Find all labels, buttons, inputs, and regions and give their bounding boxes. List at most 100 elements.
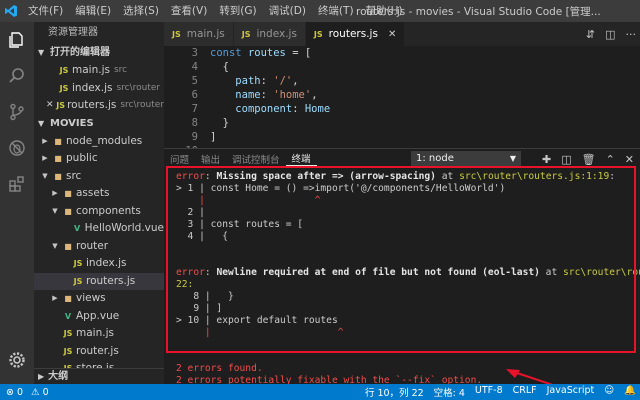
errors-status[interactable]: ⊗ 0 [6, 387, 23, 398]
js-file-icon: JS [56, 101, 65, 110]
warnings-status[interactable]: ⚠ 0 [31, 387, 49, 398]
line-number: 3 [191, 47, 198, 59]
chevron-down-icon: ▼ [38, 118, 45, 128]
tab-routers-js[interactable]: JS routers.js ✕ [305, 22, 406, 46]
tab-problems[interactable]: 问题 [164, 152, 195, 166]
tab-main-js[interactable]: JS main.js [164, 22, 234, 46]
file-tree-item[interactable]: ▶ ■ node_modules [34, 133, 164, 151]
menu-terminal[interactable]: 终端(T) [312, 0, 360, 22]
close-icon[interactable]: ✕ [46, 97, 54, 115]
line-number: 8 [191, 117, 198, 129]
file-tree-item[interactable]: V HelloWorld.vue [34, 220, 164, 238]
more-actions-icon[interactable]: ··· [626, 28, 637, 41]
file-tree-item[interactable]: V App.vue [34, 308, 164, 326]
js-file-icon: JS [241, 29, 251, 39]
extensions-icon[interactable] [0, 166, 34, 202]
maximize-panel-icon[interactable]: ⌃ [606, 153, 615, 166]
file-tree-item-label: index.js [86, 257, 127, 269]
trash-icon[interactable]: 🗑 [582, 153, 596, 166]
terminal-line: 2 | [176, 207, 205, 218]
open-editor-item-active[interactable]: ✕ JS routers.js src\router [34, 97, 164, 115]
file-tree-item[interactable]: ▼ ■ components [34, 203, 164, 221]
new-terminal-icon[interactable]: ✚ [542, 153, 551, 166]
file-tree-item[interactable]: ▼ ■ src [34, 168, 164, 186]
terminal-line: 9 | ] [176, 303, 223, 314]
folder-icon: ■ [54, 171, 62, 181]
menu-selection[interactable]: 选择(S) [117, 0, 165, 22]
terminal-select[interactable]: 1: node ▼ [411, 151, 521, 166]
open-changes-icon[interactable]: ⇵ [586, 28, 595, 41]
js-file-icon: JS [63, 329, 73, 338]
vscode-logo-icon [0, 0, 22, 22]
file-tree-item[interactable]: JS routers.js [34, 272, 164, 290]
folder-icon: ■ [64, 189, 72, 198]
file-tree-item-label: assets [76, 187, 110, 199]
open-editors-header[interactable]: ▼ 打开的编辑器 [34, 44, 164, 62]
menu-edit[interactable]: 编辑(E) [69, 0, 117, 22]
menu-view[interactable]: 查看(V) [165, 0, 213, 22]
file-tree-item[interactable]: JS index.js [34, 255, 164, 273]
chevron-down-icon: ▼ [509, 154, 516, 163]
chevron-right-icon: ▶ [38, 372, 45, 381]
tab-terminal[interactable]: 终端 [285, 151, 317, 166]
file-tree-item[interactable]: ▶ ■ assets [34, 185, 164, 203]
activity-bar [0, 22, 34, 384]
open-editor-item[interactable]: JS index.js src\router [34, 80, 164, 98]
line-ending[interactable]: CRLF [513, 385, 537, 399]
terminal-line: > 10 | export default routes [176, 315, 338, 326]
source-control-icon[interactable] [0, 94, 34, 130]
cursor-position[interactable]: 行 10，列 22 [365, 385, 424, 399]
project-label: MOVIES [50, 117, 94, 129]
tab-output[interactable]: 输出 [195, 152, 226, 166]
search-icon[interactable] [0, 58, 34, 94]
file-tree-item[interactable]: ▶ ■ views [34, 290, 164, 308]
chevron-right-icon: ▶ [52, 189, 58, 197]
file-tree-item[interactable]: JS router.js [34, 343, 164, 361]
tab-close-icon[interactable]: ✕ [388, 29, 396, 40]
menu-file[interactable]: 文件(F) [22, 0, 69, 22]
feedback-icon[interactable]: ☺ [604, 385, 614, 399]
indentation[interactable]: 空格: 4 [434, 385, 465, 399]
split-terminal-icon[interactable]: ◫ [561, 153, 571, 166]
line-number: 6 [191, 89, 198, 101]
tab-debug-console[interactable]: 调试控制台 [226, 152, 286, 166]
editor-actions: ⇵ ◫ ··· [586, 22, 636, 46]
tab-label: main.js [186, 28, 225, 40]
js-file-icon: JS [313, 29, 323, 39]
split-editor-icon[interactable]: ◫ [605, 28, 615, 41]
notifications-icon[interactable]: 🔔 [624, 385, 636, 399]
error-count: 0 [17, 386, 24, 398]
chevron-down-icon: ▼ [52, 241, 58, 250]
language-mode[interactable]: JavaScript [547, 385, 595, 399]
vue-file-icon: V [73, 224, 81, 233]
tab-index-js[interactable]: JS index.js [233, 22, 306, 46]
line-number: 9 [191, 131, 198, 143]
js-file-icon: JS [172, 29, 181, 39]
code-editor[interactable]: 3 const routes = [ 4 { 5 path: '/', 6 nam… [164, 46, 640, 148]
error-icon: ⊗ [6, 386, 14, 398]
file-tree-item[interactable]: ▼ ■ router [34, 238, 164, 256]
file-tree-item-label: HelloWorld.vue [84, 222, 164, 234]
close-panel-icon[interactable]: ✕ [625, 153, 634, 166]
terminal-line: 8 | } [176, 291, 234, 302]
menu-go[interactable]: 转到(G) [213, 0, 262, 22]
outline-header[interactable]: ▶ 大纲 [34, 368, 164, 384]
panel-actions: ✚ ◫ 🗑 ⌃ ✕ [542, 149, 634, 169]
file-tree-item-label: router [76, 239, 109, 252]
menu-debug[interactable]: 调试(D) [263, 0, 312, 22]
file-tree-item-label: main.js [76, 327, 114, 339]
file-tree-item[interactable]: JS main.js [34, 325, 164, 343]
js-file-icon: JS [73, 259, 83, 268]
js-file-icon: JS [59, 83, 69, 93]
file-tree-item[interactable]: ▶ ■ public [34, 150, 164, 168]
explorer-icon[interactable] [0, 22, 34, 58]
open-editor-item[interactable]: JS main.js src [34, 62, 164, 80]
gear-icon[interactable] [0, 342, 34, 378]
terminal-select-value: 1: node [416, 153, 454, 164]
encoding[interactable]: UTF-8 [475, 385, 503, 399]
debug-icon[interactable] [0, 130, 34, 166]
project-header[interactable]: ▼ MOVIES [34, 115, 164, 133]
terminal-output[interactable]: error: Missing space after => (arrow-spa… [164, 168, 640, 384]
